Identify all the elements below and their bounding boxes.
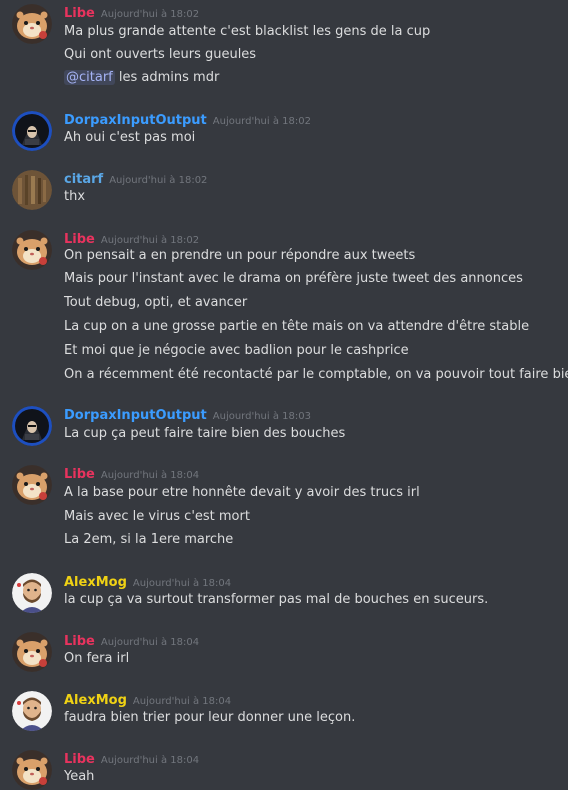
message-group: AlexMog Aujourd'hui à 18:04 la cup ça va … (0, 571, 568, 613)
author-name[interactable]: Libe (64, 6, 95, 21)
message-text: la cup ça va surtout transformer pas mal… (64, 592, 489, 607)
message-text: les admins mdr (118, 70, 220, 85)
message-header: citarf Aujourd'hui à 18:02 (64, 168, 207, 191)
message-text: thx (64, 189, 86, 204)
message-text: La 2em, si la 1ere marche (64, 532, 234, 547)
message-text: Ah oui c'est pas moi (64, 130, 196, 145)
hamster-avatar-icon[interactable] (12, 230, 52, 270)
author-name[interactable]: AlexMog (64, 575, 127, 590)
message-group: citarf Aujourd'hui à 18:02 thx (0, 168, 568, 210)
message-text: Yeah (64, 769, 95, 784)
message-group: Libe Aujourd'hui à 18:04 Yeah (0, 748, 568, 790)
author-name[interactable]: DorpaxInputOutput (64, 408, 207, 423)
author-name[interactable]: DorpaxInputOutput (64, 113, 207, 128)
hooded-figure-avatar-icon[interactable] (12, 111, 52, 151)
message-group: Libe Aujourd'hui à 18:04 A la base pour e… (0, 463, 568, 553)
message-text: Tout debug, opti, et avancer (64, 295, 248, 310)
message-text: Mais avec le virus c'est mort (64, 509, 250, 524)
author-name[interactable]: AlexMog (64, 693, 127, 708)
message-group: Libe Aujourd'hui à 18:04 On fera irl (0, 630, 568, 672)
message-timestamp: Aujourd'hui à 18:02 (100, 235, 200, 246)
message-timestamp: Aujourd'hui à 18:04 (132, 578, 232, 589)
message-timestamp: Aujourd'hui à 18:04 (100, 470, 200, 481)
message-text: Mais pour l'instant avec le drama on pré… (64, 271, 523, 286)
message-text: Qui ont ouverts leurs gueules (64, 47, 257, 62)
message-timestamp: Aujourd'hui à 18:03 (212, 411, 311, 422)
hamster-avatar-icon[interactable] (12, 632, 52, 672)
message-text: La cup on a une grosse partie en tête ma… (64, 319, 530, 334)
chat-message-list: Libe Aujourd'hui à 18:02 Ma plus grande a… (0, 0, 568, 790)
message-group: Libe Aujourd'hui à 18:02 On pensait a en … (0, 228, 568, 388)
message-text: On pensait a en prendre un pour répondre… (64, 248, 416, 263)
bearded-man-avatar-icon[interactable] (12, 573, 52, 613)
author-name[interactable]: Libe (64, 634, 95, 649)
bearded-man-avatar-icon[interactable] (12, 691, 52, 731)
hamster-avatar-icon[interactable] (12, 4, 52, 44)
hamster-avatar-icon[interactable] (12, 750, 52, 790)
author-name[interactable]: Libe (64, 232, 95, 247)
message-group: DorpaxInputOutput Aujourd'hui à 18:03 La … (0, 404, 568, 446)
user-mention[interactable]: @citarf (64, 70, 115, 85)
message-timestamp: Aujourd'hui à 18:02 (212, 116, 311, 127)
message-group: Libe Aujourd'hui à 18:02 Ma plus grande a… (0, 2, 568, 88)
hamster-avatar-icon[interactable] (12, 465, 52, 505)
message-timestamp: Aujourd'hui à 18:04 (100, 637, 200, 648)
message-timestamp: Aujourd'hui à 18:04 (100, 755, 200, 766)
brown-texture-avatar-icon[interactable] (12, 170, 52, 210)
message-text: faudra bien trier pour leur donner une l… (64, 710, 356, 725)
message-group: DorpaxInputOutput Aujourd'hui à 18:02 Ah … (0, 109, 568, 151)
hooded-figure-avatar-icon[interactable] (12, 406, 52, 446)
message-group: AlexMog Aujourd'hui à 18:04 faudra bien t… (0, 689, 568, 731)
message-text: A la base pour etre honnête devait y avo… (64, 485, 420, 500)
author-name[interactable]: citarf (64, 172, 103, 187)
message-timestamp: Aujourd'hui à 18:02 (109, 175, 208, 186)
message-timestamp: Aujourd'hui à 18:04 (132, 696, 232, 707)
message-text-with-mention: @citarf les admins mdr (64, 68, 219, 88)
message-timestamp: Aujourd'hui à 18:02 (100, 9, 200, 20)
message-text: Et moi que je négocie avec badlion pour … (64, 343, 409, 358)
author-name[interactable]: Libe (64, 467, 95, 482)
message-text: On a récemment été recontacté par le com… (64, 367, 568, 382)
message-text: Ma plus grande attente c'est blacklist l… (64, 24, 431, 39)
message-text: La cup ça peut faire taire bien des bouc… (64, 426, 346, 441)
message-text: On fera irl (64, 651, 130, 666)
author-name[interactable]: Libe (64, 752, 95, 767)
